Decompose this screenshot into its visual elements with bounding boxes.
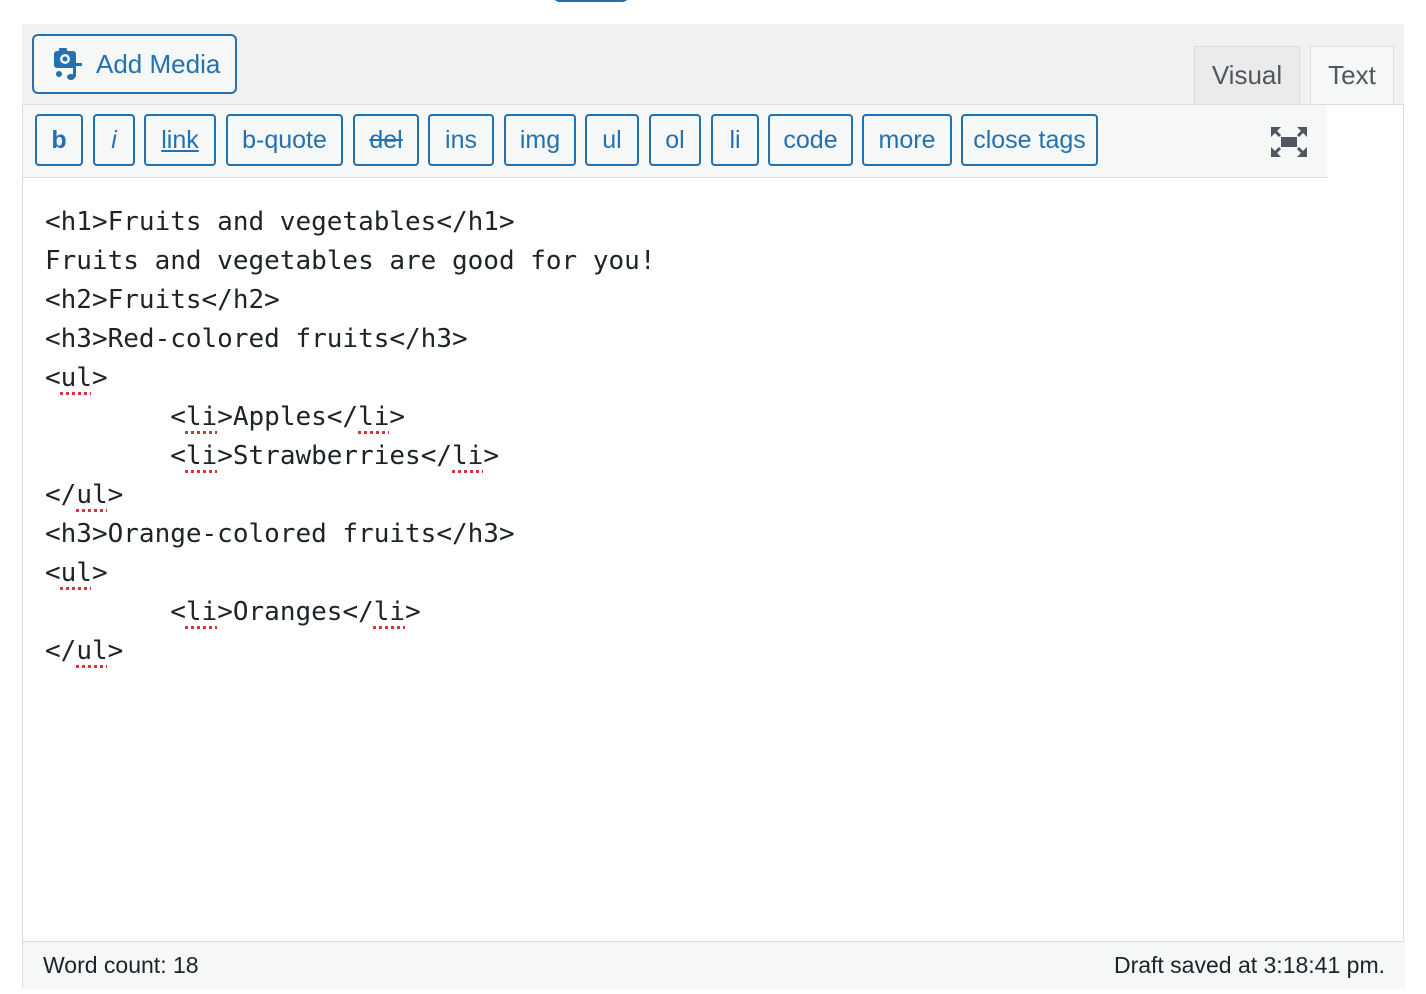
code-line: <h1>Fruits and vegetables</h1> (45, 207, 515, 237)
status-bar: Word count: 18 Draft saved at 3:18:41 pm… (23, 941, 1405, 989)
code-line: <h2>Fruits</h2> (45, 285, 280, 315)
code-line: <li>Oranges</li> (170, 597, 421, 627)
draft-saved-status: Draft saved at 3:18:41 pm. (1113, 952, 1385, 978)
ins-button[interactable]: ins (428, 114, 494, 166)
ul-button[interactable]: ul (585, 114, 639, 166)
add-media-label: Add Media (96, 48, 221, 79)
partial-button-above[interactable] (554, 0, 628, 2)
bold-button[interactable]: b (35, 114, 83, 166)
li-button[interactable]: li (711, 114, 759, 166)
close-tags-button[interactable]: close tags (961, 114, 1098, 166)
code-line: <ul> (45, 558, 108, 588)
blockquote-button[interactable]: b-quote (226, 114, 343, 166)
code-line: Fruits and vegetables are good for you! (45, 246, 656, 276)
code-line: <h3>Red-colored fruits</h3> (45, 324, 468, 354)
italic-button[interactable]: i (93, 114, 135, 166)
add-media-button[interactable]: Add Media (32, 34, 237, 94)
del-button[interactable]: del (353, 114, 419, 166)
tab-text[interactable]: Text (1310, 46, 1394, 104)
quicktags-toolbar: b i link b-quote del ins img ul ol li co… (23, 105, 1327, 178)
fullscreen-button[interactable] (1269, 125, 1309, 159)
more-button[interactable]: more (862, 114, 952, 166)
camera-music-icon (54, 48, 82, 80)
code-line: </ul> (45, 636, 124, 666)
img-button[interactable]: img (504, 114, 576, 166)
editor-textarea[interactable]: <h1>Fruits and vegetables</h1> Fruits and… (45, 203, 1375, 853)
fullscreen-icon (1270, 126, 1308, 158)
code-button[interactable]: code (768, 114, 853, 166)
code-line: </ul> (45, 480, 124, 510)
editor-container: Add Media Visual Text b i link b-quote d… (22, 24, 1405, 989)
ol-button[interactable]: ol (649, 114, 701, 166)
word-count: Word count: 18 (43, 952, 199, 978)
link-button[interactable]: link (144, 114, 216, 166)
code-line: <ul> (45, 363, 108, 393)
code-line: <h3>Orange-colored fruits</h3> (45, 519, 515, 549)
tab-visual[interactable]: Visual (1194, 46, 1300, 104)
code-line: <li>Strawberries</li> (170, 441, 499, 471)
editor-box: b i link b-quote del ins img ul ol li co… (22, 104, 1405, 989)
code-line: <li>Apples</li> (170, 402, 406, 432)
